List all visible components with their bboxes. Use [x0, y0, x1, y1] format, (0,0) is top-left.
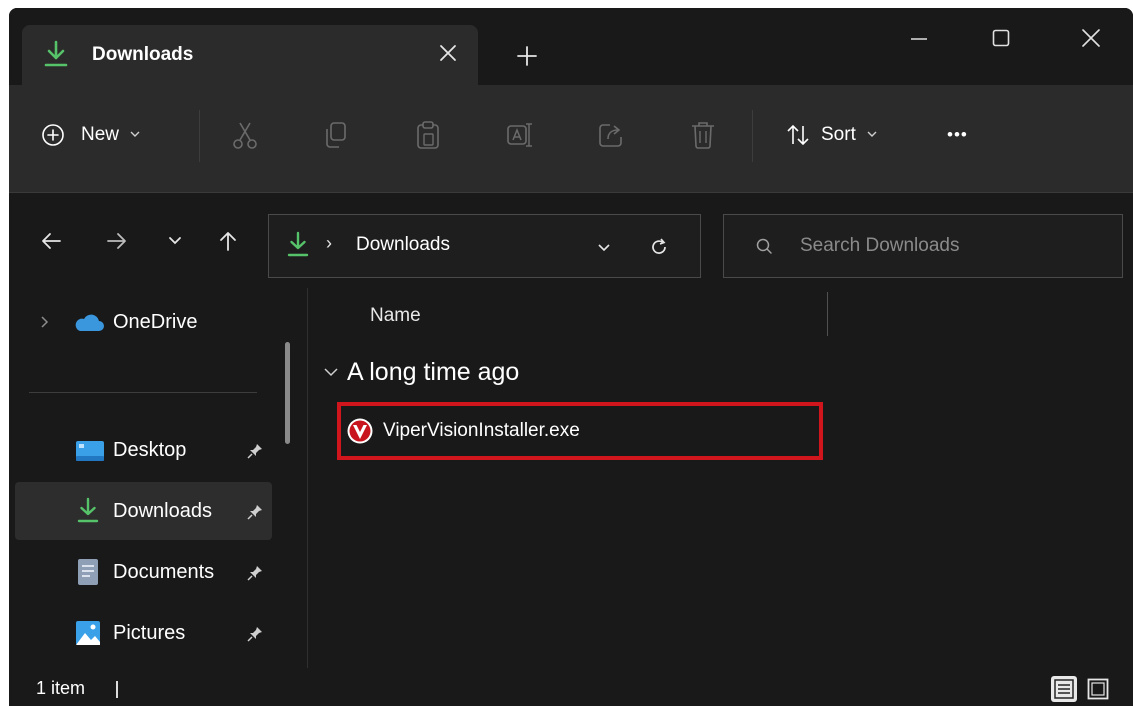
recent-locations-chevron-icon[interactable]	[157, 221, 193, 261]
sidebar-divider	[29, 392, 257, 393]
tab-title: Downloads	[92, 44, 194, 65]
maximize-icon[interactable]	[971, 16, 1031, 60]
cut-button[interactable]	[231, 113, 259, 157]
search-input[interactable]	[800, 231, 1100, 261]
sidebar-scrollbar[interactable]	[285, 342, 290, 444]
file-name: ViperVisionInstaller.exe	[383, 420, 580, 441]
close-icon[interactable]	[1061, 16, 1121, 60]
toolbar-separator	[199, 110, 200, 162]
copy-button[interactable]	[322, 113, 350, 157]
cloud-icon	[73, 311, 105, 337]
file-row[interactable]: ViperVisionInstaller.exe	[337, 402, 823, 460]
share-button[interactable]	[596, 113, 626, 157]
chevron-down-icon[interactable]	[589, 232, 619, 262]
up-arrow-icon[interactable]	[210, 221, 246, 261]
breadcrumb-downloads[interactable]: Downloads	[356, 234, 450, 256]
status-separator	[116, 681, 118, 698]
back-arrow-icon[interactable]	[33, 221, 69, 261]
sidebar-item-downloads[interactable]: Downloads	[15, 482, 272, 540]
address-bar[interactable]: › Downloads	[268, 214, 701, 278]
sort-arrows-icon	[785, 122, 811, 148]
refresh-icon[interactable]	[644, 232, 674, 262]
copy-icon	[322, 120, 350, 150]
pin-icon	[245, 563, 265, 583]
new-button[interactable]: New	[41, 113, 141, 157]
pane-divider[interactable]	[307, 288, 308, 668]
chevron-down-icon	[323, 361, 339, 384]
sidebar-item-label: Pictures	[113, 622, 186, 644]
toolbar-separator	[752, 110, 753, 162]
more-options-button[interactable]: •••	[947, 113, 968, 157]
sidebar-item-desktop[interactable]: Desktop	[15, 421, 272, 479]
item-count: 1 item	[36, 678, 86, 698]
pictures-icon	[75, 620, 101, 646]
new-button-label: New	[81, 124, 120, 145]
pin-icon	[245, 502, 265, 522]
tab-downloads[interactable]: Downloads	[22, 25, 478, 85]
group-header[interactable]: A long time ago	[323, 358, 519, 387]
desktop-icon	[75, 439, 105, 465]
command-bar: New Sort •••	[9, 85, 1133, 193]
delete-button[interactable]	[689, 113, 717, 157]
chevron-down-icon	[866, 124, 878, 146]
trash-icon	[689, 120, 717, 150]
file-explorer-window: Downloads New Sort ••• › Downloads Searc…	[9, 8, 1133, 706]
share-icon	[596, 120, 626, 150]
sidebar-item-label: Desktop	[113, 439, 187, 461]
chevron-right-icon[interactable]	[40, 315, 50, 334]
sidebar-item-pictures[interactable]: Pictures	[15, 604, 272, 662]
sidebar-item-label: Downloads	[113, 500, 212, 522]
clipboard-icon	[414, 120, 442, 150]
sort-button[interactable]: Sort	[785, 113, 878, 157]
sidebar-item-documents[interactable]: Documents	[15, 543, 272, 601]
minimize-icon[interactable]	[889, 16, 949, 60]
forward-arrow-icon[interactable]	[99, 221, 135, 261]
tiles-view-icon[interactable]	[1085, 676, 1111, 702]
breadcrumb-separator: ›	[326, 233, 332, 253]
tab-close-icon[interactable]	[430, 35, 466, 71]
group-label: A long time ago	[347, 358, 520, 386]
pin-icon	[245, 624, 265, 644]
more-options-icon: •••	[947, 125, 968, 144]
search-box[interactable]	[723, 214, 1123, 278]
download-arrow-icon	[42, 39, 70, 69]
vipervision-app-icon	[347, 418, 373, 444]
search-icon	[754, 236, 776, 258]
document-icon	[77, 558, 99, 585]
pin-icon	[245, 441, 265, 461]
sidebar-item-onedrive[interactable]: OneDrive	[15, 293, 272, 351]
title-bar: Downloads	[9, 8, 1133, 85]
details-view-icon[interactable]	[1051, 676, 1077, 702]
paste-button[interactable]	[414, 113, 442, 157]
navigation-pane: OneDrive Desktop Downloads Documents Pic…	[9, 288, 309, 668]
sidebar-item-label: OneDrive	[113, 311, 198, 333]
rename-button[interactable]	[505, 113, 535, 157]
column-header-name[interactable]: Name	[370, 305, 421, 327]
scissors-icon	[231, 120, 259, 150]
download-arrow-icon	[75, 497, 101, 523]
sidebar-item-label: Documents	[113, 561, 215, 583]
rename-icon	[505, 120, 535, 150]
file-list: Name A long time ago ViperVisionInstalle…	[309, 288, 1133, 668]
sort-button-label: Sort	[821, 124, 856, 145]
navigation-bar: › Downloads	[9, 193, 1133, 288]
new-tab-plus-icon[interactable]	[509, 38, 545, 74]
status-bar: 1 item	[9, 668, 1133, 706]
plus-circle-icon	[41, 123, 65, 147]
chevron-down-icon	[129, 124, 141, 146]
download-arrow-icon	[286, 231, 310, 259]
column-divider[interactable]	[827, 292, 828, 336]
